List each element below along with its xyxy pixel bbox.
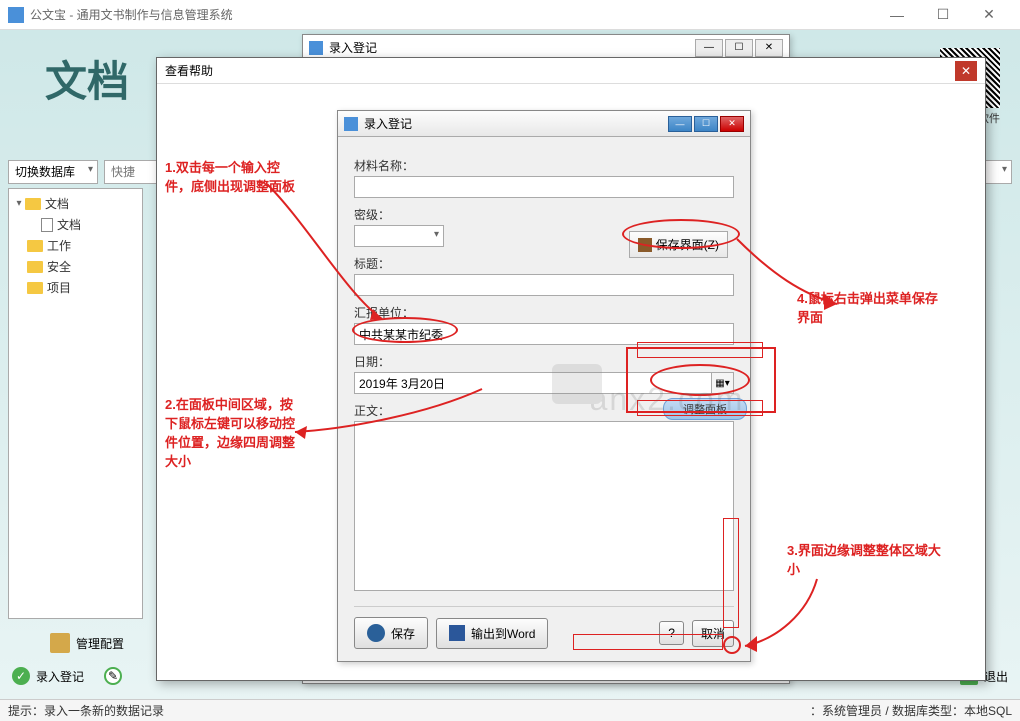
help-body: 录入登记 — ☐ ✕ 材料名称： 密级： 标题： 汇报单位： 日期： bbox=[157, 84, 985, 680]
gear-icon bbox=[50, 633, 70, 653]
input-title[interactable] bbox=[354, 274, 734, 296]
maximize-button[interactable]: ☐ bbox=[920, 0, 966, 30]
check-icon: ✓ bbox=[12, 667, 30, 685]
tree-item-work[interactable]: 工作 bbox=[13, 235, 138, 256]
help-close-button[interactable]: ✕ bbox=[955, 61, 977, 81]
tree-item-label: 工作 bbox=[47, 237, 71, 254]
status-edit[interactable]: ✎ bbox=[104, 667, 122, 685]
document-icon bbox=[41, 218, 53, 232]
textarea-body[interactable] bbox=[354, 421, 734, 591]
red-rect-outer bbox=[626, 347, 776, 413]
tree-root[interactable]: ▾文档 bbox=[13, 193, 138, 214]
save-label: 保存 bbox=[391, 625, 415, 642]
page-title: 文档 bbox=[45, 48, 129, 109]
config-row[interactable]: 管理配置 bbox=[50, 633, 124, 653]
red-corner-circle bbox=[723, 636, 741, 654]
tree-item-label: 项目 bbox=[47, 279, 71, 296]
select-secret[interactable] bbox=[354, 225, 444, 247]
red-ellipse-save-ui bbox=[622, 219, 740, 249]
export-word-label: 输出到Word bbox=[471, 625, 535, 642]
annotation-3: 3.界面边缘调整整体区域大小 bbox=[787, 542, 947, 580]
export-word-button[interactable]: 输出到Word bbox=[436, 618, 548, 649]
dialog-icon bbox=[309, 41, 323, 55]
tree-panel: ▾文档 文档 工作 安全 项目 bbox=[8, 188, 143, 619]
tree-root-label: 文档 bbox=[45, 195, 69, 212]
tree-item-doc[interactable]: 文档 bbox=[13, 214, 138, 235]
help-window: 查看帮助 ✕ 录入登记 — ☐ ✕ 材料名称： 密级： 标题： bbox=[156, 57, 986, 681]
form-max-button[interactable]: ☐ bbox=[694, 116, 718, 132]
word-icon bbox=[449, 625, 465, 641]
red-ellipse-date bbox=[352, 317, 458, 343]
main-titlebar: 公文宝 - 通用文书制作与信息管理系统 — ☐ ✕ bbox=[0, 0, 1020, 30]
save-icon bbox=[367, 624, 385, 642]
folder-open-icon bbox=[25, 198, 41, 210]
form-title-text: 录入登记 bbox=[364, 115, 412, 132]
label-material: 材料名称： bbox=[354, 157, 734, 174]
tree-item-label: 文档 bbox=[57, 216, 81, 233]
dlg-max-button[interactable]: ☐ bbox=[725, 39, 753, 57]
minimize-button[interactable]: — bbox=[874, 0, 920, 30]
app-icon bbox=[8, 7, 24, 23]
status-entry[interactable]: ✓ 录入登记 bbox=[12, 667, 84, 685]
config-label: 管理配置 bbox=[76, 635, 124, 652]
annotation-1: 1.双击每一个输入控件，底侧出现调整面板 bbox=[165, 159, 295, 197]
status-entry-label: 录入登记 bbox=[36, 668, 84, 685]
tree-item-security[interactable]: 安全 bbox=[13, 256, 138, 277]
status-exit-label: 退出 bbox=[984, 668, 1008, 685]
help-titlebar[interactable]: 查看帮助 ✕ bbox=[157, 58, 985, 84]
edit-icon: ✎ bbox=[104, 667, 122, 685]
tree-item-label: 安全 bbox=[47, 258, 71, 275]
form-titlebar[interactable]: 录入登记 — ☐ ✕ bbox=[338, 111, 750, 137]
footer-right: ：系统管理员 / 数据库类型：本地SQL bbox=[810, 702, 1012, 719]
db-switch-combo[interactable]: 切换数据库 bbox=[8, 160, 98, 184]
folder-icon bbox=[27, 261, 43, 273]
help-title-text: 查看帮助 bbox=[165, 62, 213, 79]
dialog-title: 录入登记 bbox=[329, 39, 377, 56]
dlg-min-button[interactable]: — bbox=[695, 39, 723, 57]
annotation-2: 2.在面板中间区域，按下鼠标左键可以移动控件位置，边缘四周调整大小 bbox=[165, 396, 295, 471]
dlg-close-button[interactable]: ✕ bbox=[755, 39, 783, 57]
quick-input[interactable] bbox=[104, 160, 164, 184]
close-button[interactable]: ✕ bbox=[966, 0, 1012, 30]
folder-icon bbox=[27, 282, 43, 294]
main-title: 公文宝 - 通用文书制作与信息管理系统 bbox=[30, 6, 874, 23]
footer-hint: 提示：录入一条新的数据记录 bbox=[8, 702, 164, 719]
form-close-button[interactable]: ✕ bbox=[720, 116, 744, 132]
tree-item-project[interactable]: 项目 bbox=[13, 277, 138, 298]
save-button[interactable]: 保存 bbox=[354, 617, 428, 649]
form-min-button[interactable]: — bbox=[668, 116, 692, 132]
folder-icon bbox=[27, 240, 43, 252]
red-rect-bottom-edge bbox=[573, 634, 723, 650]
form-icon bbox=[344, 117, 358, 131]
annotation-4: 4.鼠标右击弹出菜单保存界面 bbox=[797, 290, 947, 328]
red-rect-right-edge bbox=[723, 518, 739, 628]
input-material[interactable] bbox=[354, 176, 734, 198]
footer: 提示：录入一条新的数据记录 ：系统管理员 / 数据库类型：本地SQL bbox=[0, 699, 1020, 721]
